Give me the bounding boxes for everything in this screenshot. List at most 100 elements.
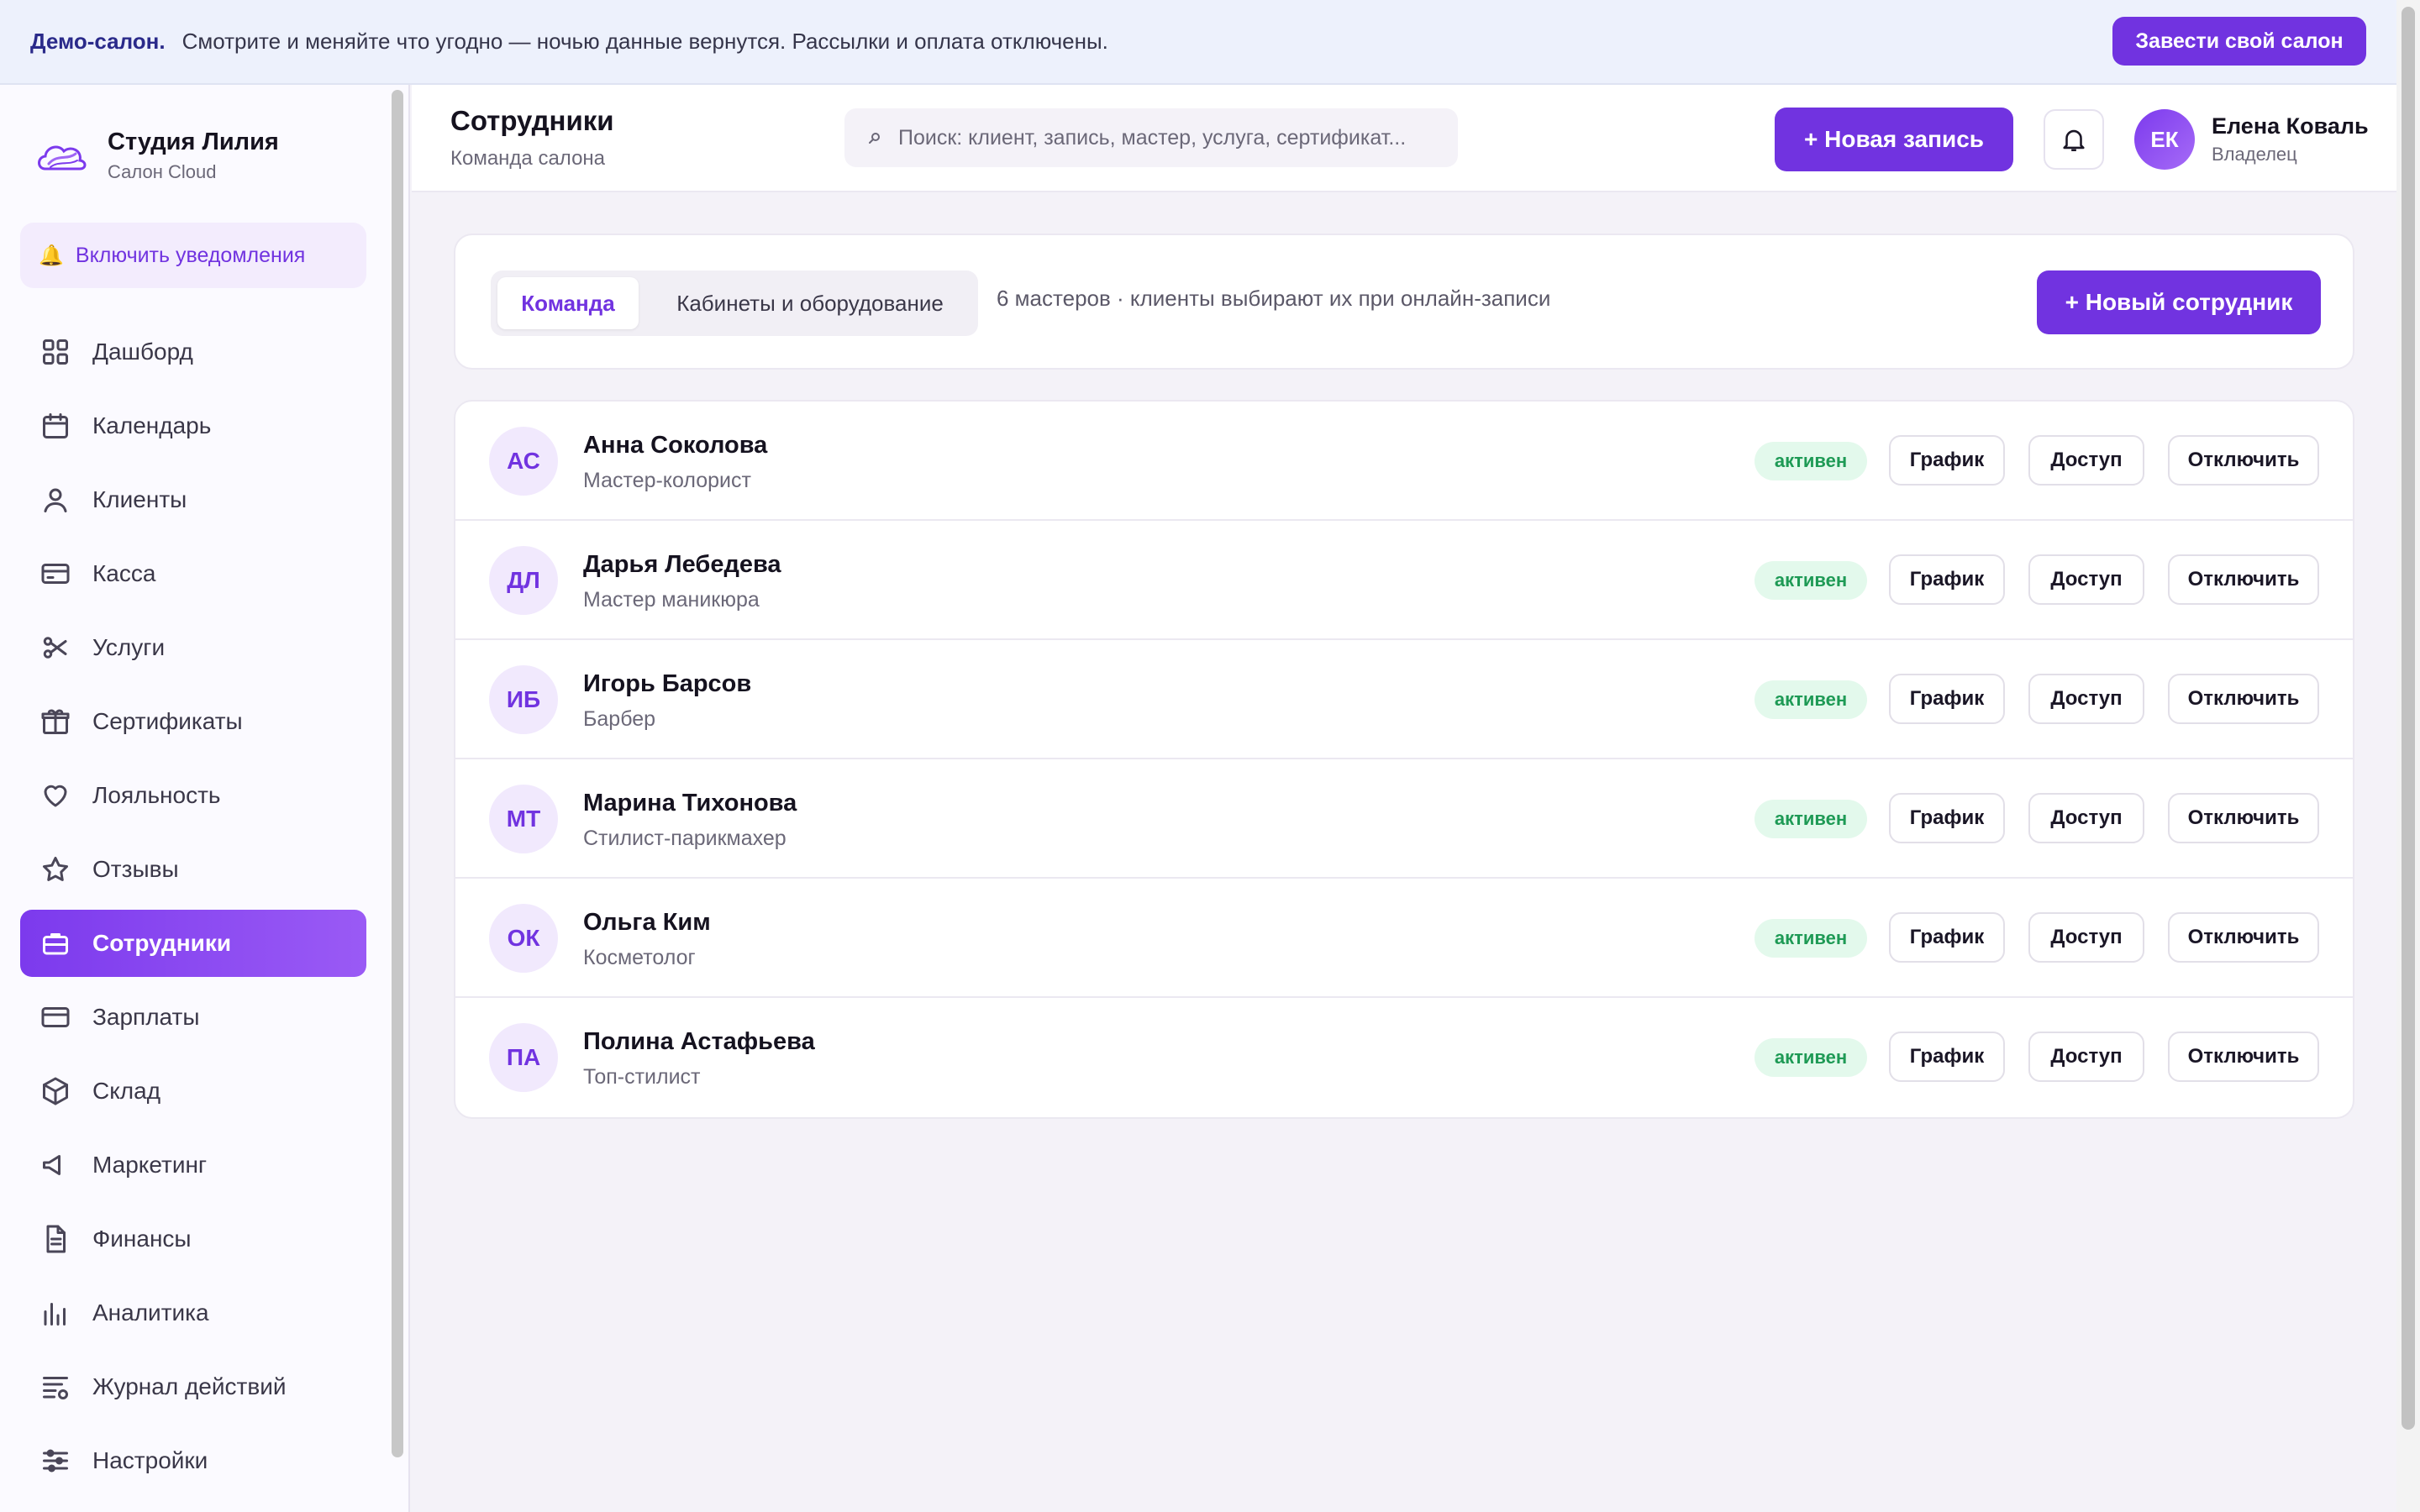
banner-text: Смотрите и меняйте что угодно — ночью да… (182, 29, 1108, 54)
tab-team[interactable]: Команда (497, 277, 639, 329)
notifications-button[interactable] (2044, 109, 2104, 170)
briefcase-icon (43, 933, 68, 955)
sidebar-item-label: Настройки (92, 1447, 208, 1473)
access-button[interactable]: Доступ (2028, 554, 2144, 605)
banner-title: Демо-салон. (30, 29, 166, 54)
page-scrollbar-thumb[interactable] (2402, 7, 2415, 1430)
top-bar: Сотрудники Команда салона Поиск: клиент,… (412, 85, 2396, 192)
card-icon (41, 564, 70, 584)
sidebar-item-label: Зарплаты (92, 1004, 200, 1030)
schedule-button[interactable]: График (1889, 912, 2005, 963)
status-badge: активен (1754, 561, 1867, 600)
sidebar-item-label: Склад (92, 1078, 161, 1104)
sidebar-item-reviews[interactable]: Отзывы (20, 836, 366, 903)
page-title: Сотрудники (450, 105, 614, 136)
schedule-button[interactable]: График (1889, 554, 2005, 605)
status-badge: активен (1754, 442, 1867, 480)
tab-rooms-equipment[interactable]: Кабинеты и оборудование (650, 277, 970, 329)
access-button[interactable]: Доступ (2028, 674, 2144, 724)
megaphone-icon (43, 1155, 60, 1175)
brand[interactable]: Студия Лилия Салон Cloud (34, 129, 279, 183)
employee-name: Дарья Лебедева (583, 551, 781, 578)
disable-button[interactable]: Отключить (2168, 554, 2319, 605)
sidebar-item-action-log[interactable]: Журнал действий (20, 1353, 366, 1420)
box-icon (43, 1077, 68, 1105)
avatar: ИБ (489, 665, 558, 734)
avatar: МТ (489, 785, 558, 853)
disable-button[interactable]: Отключить (2168, 1032, 2319, 1082)
sidebar-item-label: Сотрудники (92, 930, 232, 956)
disable-button[interactable]: Отключить (2168, 674, 2319, 724)
sidebar-item-services[interactable]: Услуги (20, 614, 366, 681)
sidebar-nav: Дашборд Календарь Клиенты Касса Услуги С… (20, 318, 366, 1501)
new-record-button[interactable]: + Новая запись (1775, 108, 2013, 171)
table-row: АС Анна Соколова Мастер-колорист активен… (455, 402, 2353, 521)
user-avatar[interactable]: ЕК (2134, 109, 2195, 170)
sidebar-item-settings[interactable]: Настройки (20, 1427, 366, 1494)
sidebar-item-marketing[interactable]: Маркетинг (20, 1131, 366, 1199)
employee-name: Анна Соколова (583, 432, 768, 459)
status-badge: активен (1754, 919, 1867, 958)
employee-role: Барбер (583, 707, 656, 731)
sidebar-item-finance[interactable]: Финансы (20, 1205, 366, 1273)
document-icon (46, 1225, 66, 1253)
sidebar-item-loyalty[interactable]: Лояльность (20, 762, 366, 829)
sidebar-item-label: Услуги (92, 634, 166, 660)
user-role: Владелец (2212, 144, 2297, 165)
sidebar-item-salaries[interactable]: Зарплаты (20, 984, 366, 1051)
disable-button[interactable]: Отключить (2168, 435, 2319, 486)
sidebar-scrollbar[interactable] (392, 90, 403, 1457)
search-input[interactable]: Поиск: клиент, запись, мастер, услуга, с… (844, 108, 1458, 167)
employee-role: Стилист-парикмахер (583, 827, 786, 850)
employee-role: Косметолог (583, 946, 696, 969)
log-icon (43, 1377, 68, 1399)
sidebar-item-label: Журнал действий (92, 1373, 287, 1399)
staff-toolbar: Команда Кабинеты и оборудование 6 мастер… (454, 234, 2354, 370)
employee-role: Мастер маникюра (583, 588, 760, 612)
page-subtitle: Команда салона (450, 147, 606, 170)
avatar: ОК (489, 904, 558, 973)
enable-notifications-label: Включить уведомления (75, 243, 306, 267)
heart-icon (44, 785, 67, 807)
schedule-button[interactable]: График (1889, 1032, 2005, 1082)
table-row: ПА Полина Астафьева Топ-стилист активен … (455, 998, 2353, 1117)
demo-banner: Демо-салон. Смотрите и меняйте что угодн… (0, 0, 2396, 85)
access-button[interactable]: Доступ (2028, 793, 2144, 843)
disable-button[interactable]: Отключить (2168, 912, 2319, 963)
calendar-icon (43, 413, 68, 438)
sidebar-item-warehouse[interactable]: Склад (20, 1058, 366, 1125)
star-icon (43, 857, 68, 881)
sidebar-item-clients[interactable]: Клиенты (20, 466, 366, 533)
access-button[interactable]: Доступ (2028, 912, 2144, 963)
employee-name: Полина Астафьева (583, 1028, 815, 1055)
sidebar-item-cashbox[interactable]: Касса (20, 540, 366, 607)
access-button[interactable]: Доступ (2028, 1032, 2144, 1082)
sidebar-item-calendar[interactable]: Календарь (20, 392, 366, 459)
sidebar-item-certificates[interactable]: Сертификаты (20, 688, 366, 755)
schedule-button[interactable]: График (1889, 674, 2005, 724)
status-badge: активен (1754, 1038, 1867, 1077)
sidebar-item-label: Дашборд (92, 339, 193, 365)
enable-notifications-button[interactable]: 🔔 Включить уведомления (20, 223, 366, 288)
employee-name: Марина Тихонова (583, 790, 797, 816)
sidebar-item-dashboard[interactable]: Дашборд (20, 318, 366, 386)
sidebar: Студия Лилия Салон Cloud 🔔 Включить увед… (0, 85, 410, 1512)
sidebar-item-label: Касса (92, 560, 156, 586)
access-button[interactable]: Доступ (2028, 435, 2144, 486)
page-scrollbar[interactable] (2396, 0, 2420, 1512)
user-icon (44, 488, 67, 512)
employee-name: Игорь Барсов (583, 670, 752, 697)
user-name[interactable]: Елена Коваль (2212, 113, 2369, 139)
sidebar-item-label: Отзывы (92, 856, 179, 882)
sidebar-item-staff[interactable]: Сотрудники (20, 910, 366, 977)
sidebar-item-analytics[interactable]: Аналитика (20, 1279, 366, 1347)
table-row: ОК Ольга Ким Косметолог активен График Д… (455, 879, 2353, 998)
schedule-button[interactable]: График (1889, 793, 2005, 843)
sidebar-item-label: Финансы (92, 1226, 192, 1252)
employee-role: Мастер-колорист (583, 469, 751, 492)
grid-icon (43, 339, 68, 365)
disable-button[interactable]: Отключить (2168, 793, 2319, 843)
new-employee-button[interactable]: + Новый сотрудник (2037, 270, 2321, 334)
create-salon-button[interactable]: Завести свой салон (2112, 17, 2366, 66)
schedule-button[interactable]: График (1889, 435, 2005, 486)
